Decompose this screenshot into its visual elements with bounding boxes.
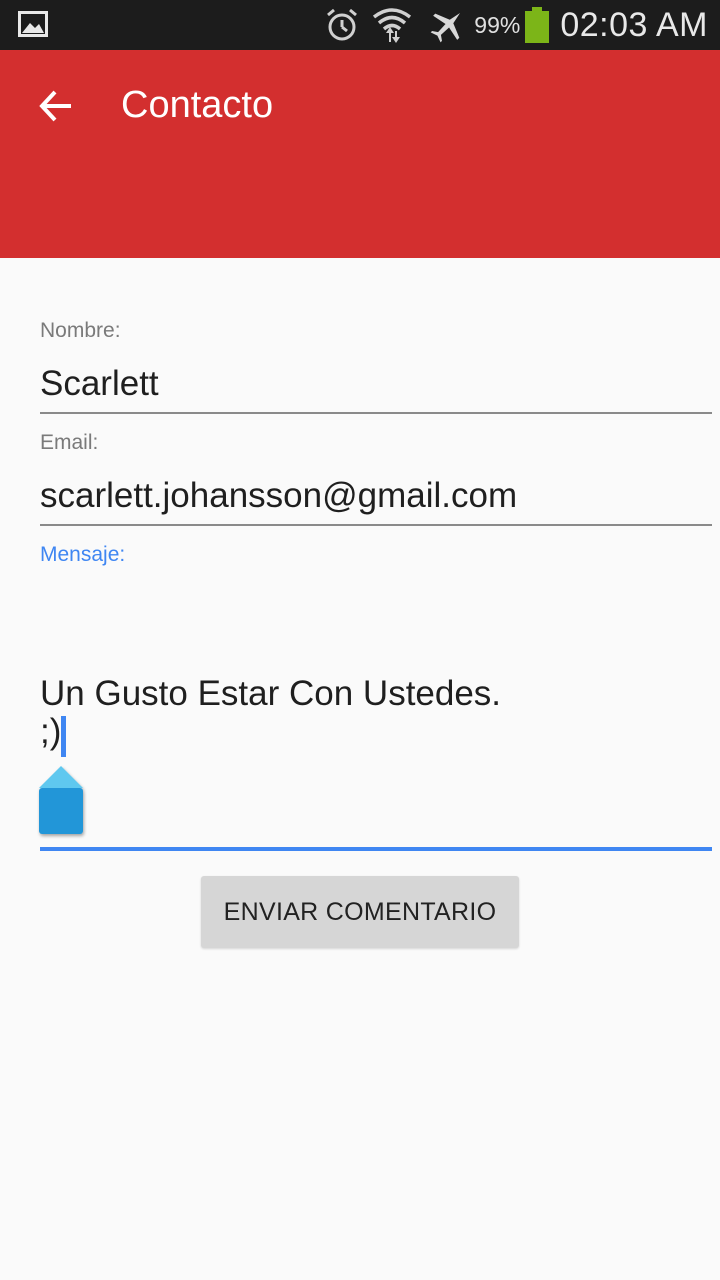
message-label: Mensaje: [40,543,126,566]
email-label: Email: [40,431,99,454]
back-button[interactable] [24,74,88,138]
wifi-icon [373,8,412,43]
page-title: Contacto [121,84,274,126]
name-label: Nombre: [40,319,121,342]
battery-icon [525,7,550,43]
app-bar: Contacto [0,50,720,258]
email-field[interactable]: scarlett.johansson@gmail.com [40,476,712,526]
message-text: Un Gusto Estar Con Ustedes. ;) [40,674,502,751]
send-comment-button[interactable]: ENVIAR COMENTARIO [201,876,519,948]
text-cursor [61,716,66,757]
gallery-icon [18,11,48,37]
status-bar: 99% 02:03 AM [0,0,720,50]
arrow-back-icon [39,90,71,122]
selection-handle-icon[interactable] [35,764,87,840]
alarm-icon [327,8,358,41]
clock: 02:03 AM [560,5,708,44]
name-field[interactable]: Scarlett [40,364,712,414]
battery-percent: 99% [474,11,521,38]
airplane-icon [430,12,461,43]
message-field[interactable]: Un Gusto Estar Con Ustedes. ;) [39,575,712,851]
status-icons: 99% 02:03 AM [324,0,708,50]
